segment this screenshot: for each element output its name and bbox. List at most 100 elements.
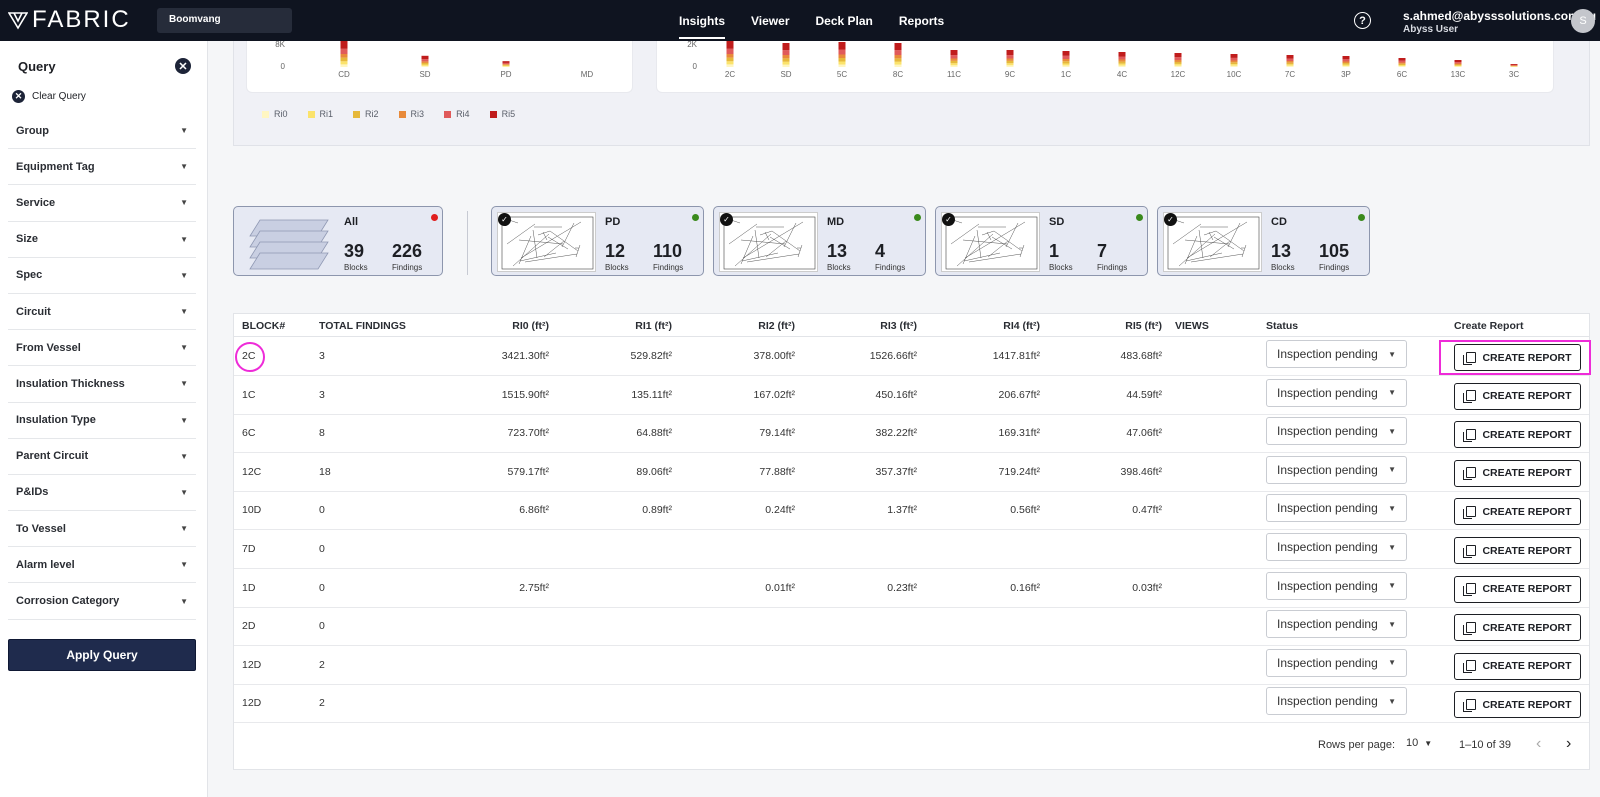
chevron-down-icon: ▼ bbox=[180, 451, 188, 461]
filter-group[interactable]: Group ▼ bbox=[8, 113, 196, 150]
total-findings: 18 bbox=[319, 465, 331, 478]
create-report-button[interactable]: CREATE REPORT bbox=[1454, 652, 1581, 680]
legend-swatch bbox=[353, 110, 361, 118]
filter-from-vessel[interactable]: From Vessel ▼ bbox=[8, 330, 196, 367]
block-id[interactable]: 12D bbox=[242, 697, 261, 709]
status-select[interactable]: Inspection pending ▼ bbox=[1266, 687, 1407, 716]
nav-deck-plan[interactable]: Deck Plan bbox=[803, 0, 886, 41]
filter-corrosion-category[interactable]: Corrosion Category ▼ bbox=[8, 583, 196, 620]
clear-query-button[interactable]: ✕ Clear Query bbox=[12, 90, 86, 103]
create-report-button[interactable]: CREATE REPORT bbox=[1454, 691, 1581, 719]
block-id[interactable]: 10D bbox=[242, 504, 261, 516]
ri2-value: 0.01ft² bbox=[765, 581, 795, 594]
ri5-value: 398.46ft² bbox=[1120, 465, 1162, 478]
status-select[interactable]: Inspection pending ▼ bbox=[1266, 378, 1407, 407]
bar-segment bbox=[894, 64, 902, 67]
chevron-down-icon: ▼ bbox=[1388, 503, 1396, 513]
filter-service[interactable]: Service ▼ bbox=[8, 185, 196, 222]
deck-card-cd[interactable]: ✓ CD 13 Blocks 105 Findings bbox=[1157, 206, 1370, 276]
query-sidebar: Query ✕ ✕ Clear Query Group ▼ Equipment Ta… bbox=[0, 41, 208, 797]
filter-equipment-tag[interactable]: Equipment Tag ▼ bbox=[8, 149, 196, 186]
table-row[interactable]: 1C 3 1515.90ft² 135.11ft² 167.02ft² 450.16ft²… bbox=[234, 376, 1589, 415]
status-select[interactable]: Inspection pending ▼ bbox=[1266, 417, 1407, 446]
checkmark-icon[interactable]: ✓ bbox=[720, 213, 733, 226]
status-select[interactable]: Inspection pending ▼ bbox=[1266, 648, 1407, 677]
table-row[interactable]: 2C 3 3421.30ft² 529.82ft² 378.00ft² 1526.66ft… bbox=[234, 337, 1591, 376]
status-select[interactable]: Inspection pending ▼ bbox=[1266, 494, 1407, 523]
table-row[interactable]: 10D 0 6.86ft² 0.89ft² 0.24ft² 1.37ft² 0.56ft² 0… bbox=[234, 491, 1589, 531]
block-id[interactable]: 12D bbox=[242, 659, 261, 671]
filter-size[interactable]: Size ▼ bbox=[8, 222, 196, 258]
deck-card-all[interactable]: All 39 Blocks 226 Findings bbox=[233, 206, 443, 276]
rows-per-page-value: 10 bbox=[1406, 737, 1419, 749]
table-row[interactable]: 12D 2 Inspection pending ▼ CREATE REPORT bbox=[234, 646, 1589, 685]
logo[interactable]: FABRIC bbox=[8, 6, 131, 33]
table-row[interactable]: 6C 8 723.70ft² 64.88ft² 79.14ft² 382.22ft² 169… bbox=[234, 414, 1589, 454]
create-report-button[interactable]: CREATE REPORT bbox=[1454, 382, 1581, 410]
nav-viewer[interactable]: Viewer bbox=[738, 0, 802, 41]
status-select[interactable]: Inspection pending ▼ bbox=[1266, 610, 1407, 639]
legend-item[interactable]: Ri1 bbox=[307, 109, 333, 119]
filter-p-ids[interactable]: P&IDs ▼ bbox=[8, 475, 196, 512]
filter-alarm-level[interactable]: Alarm level ▼ bbox=[8, 547, 196, 584]
create-report-button[interactable]: CREATE REPORT bbox=[1454, 498, 1581, 526]
filter-insulation-thickness[interactable]: Insulation Thickness ▼ bbox=[8, 366, 196, 403]
legend-item[interactable]: Ri2 bbox=[353, 109, 379, 119]
clear-query-label: Clear Query bbox=[32, 91, 86, 102]
create-report-button[interactable]: CREATE REPORT bbox=[1454, 537, 1581, 564]
legend-item[interactable]: Ri3 bbox=[398, 109, 424, 119]
x-tick-label: SD bbox=[780, 70, 791, 79]
x-tick-label: MD bbox=[581, 70, 594, 79]
status-select[interactable]: Inspection pending ▼ bbox=[1266, 455, 1407, 484]
bar-segment bbox=[1062, 51, 1070, 56]
filter-to-vessel[interactable]: To Vessel ▼ bbox=[8, 511, 196, 548]
y-tick-label: 8K bbox=[275, 41, 285, 49]
block-id[interactable]: 12C bbox=[242, 466, 261, 478]
user-info[interactable]: s.ahmed@abysssolutions.com.au Abyss User bbox=[1403, 9, 1596, 35]
table-row[interactable]: 2D 0 Inspection pending ▼ CREATE REPORT bbox=[234, 607, 1589, 647]
filter-spec[interactable]: Spec ▼ bbox=[8, 258, 196, 294]
checkmark-icon[interactable]: ✓ bbox=[498, 213, 511, 226]
filter-insulation-type[interactable]: Insulation Type ▼ bbox=[8, 403, 196, 439]
table-row[interactable]: 12C 18 579.17ft² 89.06ft² 77.88ft² 357.37ft² 7… bbox=[234, 453, 1589, 492]
create-report-button[interactable]: CREATE REPORT bbox=[1454, 614, 1581, 642]
deck-card-sd[interactable]: ✓ SD 1 Blocks 7 Findings bbox=[935, 206, 1148, 276]
rows-per-page-select[interactable]: 10 ▼ bbox=[1406, 737, 1432, 749]
deck-card-pd[interactable]: ✓ PD 12 Blocks 110 Findings bbox=[491, 206, 704, 276]
create-report-button[interactable]: CREATE REPORT bbox=[1454, 459, 1581, 487]
table-row[interactable]: 12D 2 Inspection pending ▼ CREATE REPORT bbox=[234, 684, 1589, 724]
status-dot bbox=[692, 214, 699, 221]
block-id[interactable]: 7D bbox=[242, 543, 255, 555]
copy-icon bbox=[1463, 467, 1477, 481]
block-id[interactable]: 6C bbox=[242, 427, 255, 439]
block-id[interactable]: 1C bbox=[242, 389, 255, 401]
legend-item[interactable]: Ri0 bbox=[262, 109, 288, 119]
table-row[interactable]: 1D 0 2.75ft² 0.01ft² 0.23ft² 0.16ft² 0.03ft² In… bbox=[234, 569, 1589, 608]
close-sidebar-icon[interactable]: ✕ bbox=[175, 58, 191, 74]
legend-item[interactable]: Ri5 bbox=[489, 109, 515, 119]
apply-query-button[interactable]: Apply Query bbox=[8, 639, 196, 671]
main-nav: Insights Viewer Deck Plan Reports bbox=[666, 0, 957, 41]
status-select[interactable]: Inspection pending ▼ bbox=[1266, 533, 1407, 561]
block-id[interactable]: 2D bbox=[242, 620, 255, 632]
status-select[interactable]: Inspection pending ▼ bbox=[1266, 571, 1407, 600]
filter-circuit[interactable]: Circuit ▼ bbox=[8, 294, 196, 331]
checkmark-icon[interactable]: ✓ bbox=[1164, 213, 1177, 226]
legend-item[interactable]: Ri4 bbox=[444, 109, 470, 119]
checkmark-icon[interactable]: ✓ bbox=[942, 213, 955, 226]
findings-count: 105 bbox=[1319, 241, 1350, 261]
next-page-icon[interactable]: › bbox=[1566, 735, 1571, 753]
deck-card-md[interactable]: ✓ MD 13 Blocks 4 Findings bbox=[713, 206, 926, 276]
nav-reports[interactable]: Reports bbox=[886, 0, 957, 41]
avatar[interactable]: S bbox=[1571, 9, 1595, 33]
create-report-button[interactable]: CREATE REPORT bbox=[1454, 575, 1581, 603]
help-icon[interactable]: ? bbox=[1354, 12, 1371, 29]
table-row[interactable]: 7D 0 Inspection pending ▼ CREATE REPORT bbox=[234, 530, 1589, 569]
block-id[interactable]: 1D bbox=[242, 582, 255, 594]
create-report-button[interactable]: CREATE REPORT bbox=[1454, 421, 1581, 449]
prev-page-icon[interactable]: ‹ bbox=[1536, 735, 1541, 753]
filter-parent-circuit[interactable]: Parent Circuit ▼ bbox=[8, 439, 196, 475]
status-select[interactable]: Inspection pending ▼ bbox=[1266, 340, 1407, 368]
nav-insights[interactable]: Insights bbox=[666, 0, 738, 41]
site-selector[interactable]: Boomvang bbox=[157, 8, 292, 33]
